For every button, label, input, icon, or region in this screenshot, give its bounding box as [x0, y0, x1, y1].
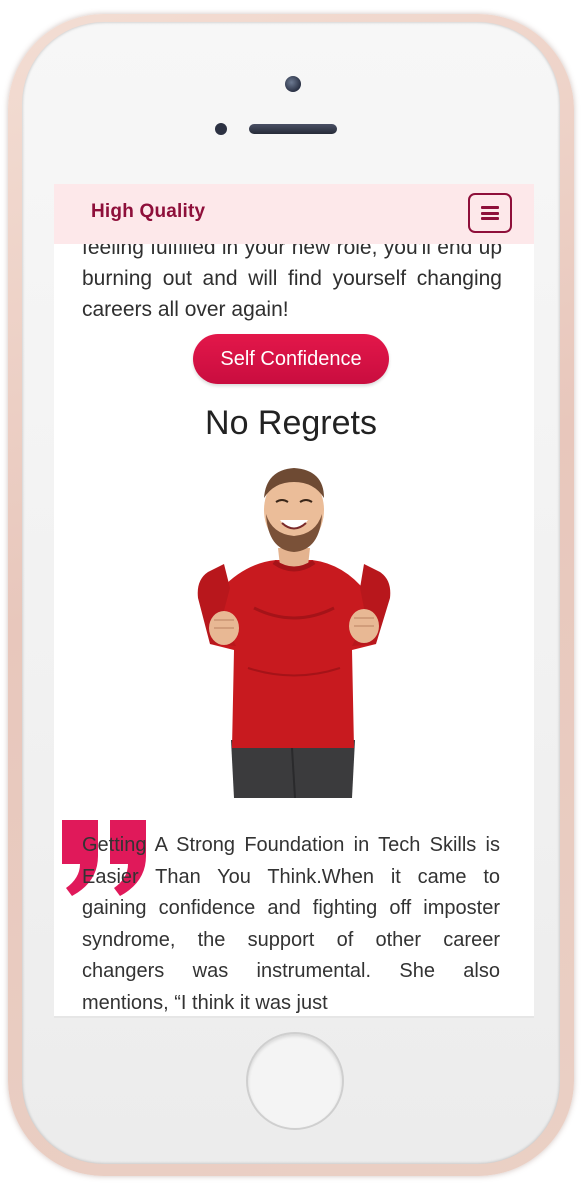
intro-paragraph: feeling fulfilled in your new role, you'… — [82, 236, 502, 321]
front-camera-icon — [285, 76, 301, 92]
top-navbar: High Quality — [54, 184, 534, 244]
phone-screen: feeling fulfilled in your new role, you'… — [54, 184, 534, 1018]
device-mockup: feeling fulfilled in your new role, you'… — [0, 0, 582, 1186]
brand-logo-text[interactable]: High Quality — [91, 201, 205, 223]
hamburger-menu-icon — [481, 206, 499, 220]
body-paragraph: Getting A Strong Foundation in Tech Skil… — [82, 834, 500, 1014]
self-confidence-button[interactable]: Self Confidence — [193, 334, 389, 384]
section-heading: No Regrets — [205, 404, 377, 442]
celebrating-man-image — [197, 468, 391, 798]
screen-bottom-edge — [54, 1016, 534, 1018]
proximity-sensor-icon — [215, 123, 227, 135]
home-button[interactable] — [246, 1032, 344, 1130]
menu-toggle-button[interactable] — [468, 193, 512, 233]
earpiece-speaker — [249, 124, 337, 134]
